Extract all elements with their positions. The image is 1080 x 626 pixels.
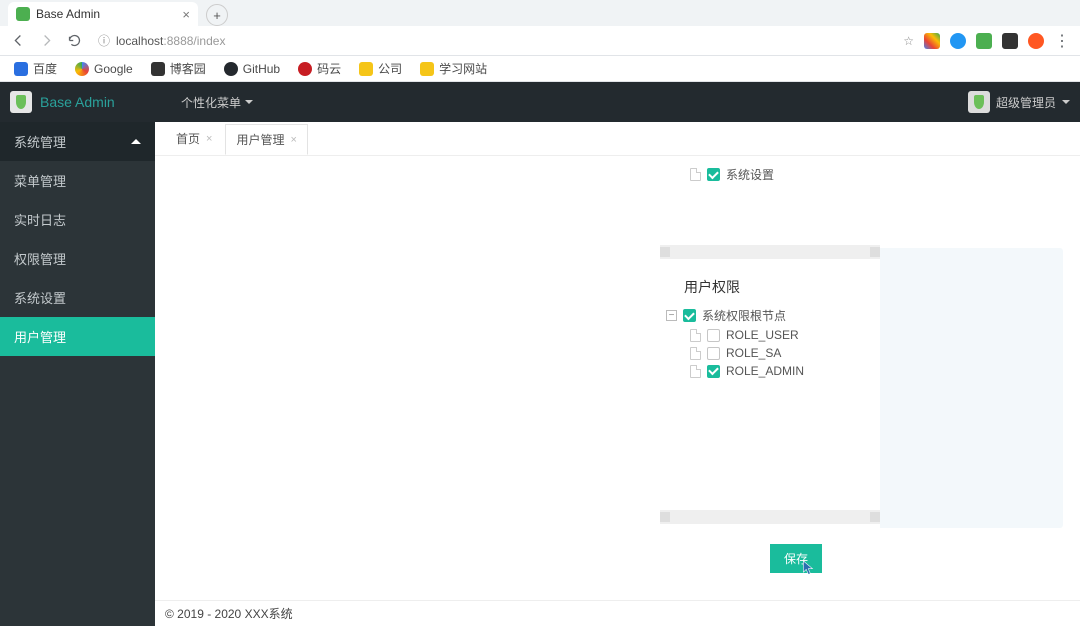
extension-icon[interactable] [950, 33, 966, 49]
close-icon[interactable]: × [290, 134, 296, 146]
copyright: © 2019 - 2020 XXX系统 [165, 605, 293, 622]
site-info-icon[interactable]: ⓘ [98, 32, 110, 49]
tab-user-mgmt[interactable]: 用户管理 × [225, 124, 307, 155]
url-path: :8888/index [163, 34, 225, 48]
extension-icon[interactable] [976, 33, 992, 49]
collapse-icon[interactable]: − [666, 310, 677, 321]
chevron-up-icon [131, 139, 141, 144]
checkbox[interactable] [683, 309, 696, 322]
personal-menu[interactable]: 个性化菜单 [181, 94, 253, 111]
url-host: localhost [116, 34, 163, 48]
tree-label: 系统设置 [726, 166, 774, 183]
bookmark-item[interactable]: 公司 [359, 60, 402, 77]
bookmark-item[interactable]: GitHub [224, 62, 280, 76]
tree-root-row[interactable]: − 系统权限根节点 [660, 305, 880, 326]
page-tabs: 首页 × 用户管理 × [155, 122, 1080, 156]
bookmark-item[interactable]: Google [75, 62, 133, 76]
sidebar-item-perm-mgmt[interactable]: 权限管理 [0, 239, 155, 278]
close-icon[interactable]: × [182, 7, 190, 22]
extension-icon[interactable] [1028, 33, 1044, 49]
forward-button[interactable] [38, 33, 54, 49]
extension-icon[interactable] [924, 33, 940, 49]
app-header: Base Admin 个性化菜单 超级管理员 [0, 82, 1080, 122]
tree-label: 系统权限根节点 [702, 307, 786, 324]
checkbox[interactable] [707, 365, 720, 378]
file-icon [690, 365, 701, 378]
checkbox[interactable] [707, 347, 720, 360]
chevron-down-icon [245, 100, 253, 104]
section-title: 用户权限 [684, 277, 880, 297]
brand-name[interactable]: Base Admin [40, 94, 115, 110]
horizontal-scrollbar[interactable] [660, 510, 880, 524]
star-bookmark-icon[interactable]: ☆ [903, 34, 914, 48]
bookmark-item[interactable]: 学习网站 [420, 60, 487, 77]
sidebar: 系统管理 菜单管理 实时日志 权限管理 系统设置 用户管理 [0, 122, 155, 626]
save-button[interactable]: 保存 [770, 544, 822, 573]
tree-row[interactable]: ROLE_USER [660, 326, 880, 344]
sidebar-item-user-mgmt[interactable]: 用户管理 [0, 317, 155, 356]
extension-icons: ☆ ⋮ [903, 31, 1070, 51]
checkbox[interactable] [707, 168, 720, 181]
horizontal-scrollbar[interactable] [660, 245, 880, 259]
file-icon [690, 347, 701, 360]
bookmark-bar: 百度 Google 博客园 GitHub 码云 公司 学习网站 [0, 56, 1080, 82]
cursor-icon [802, 559, 816, 577]
tree-row[interactable]: ROLE_SA [660, 344, 880, 362]
tree-label: ROLE_SA [726, 346, 781, 360]
file-icon [690, 168, 701, 181]
tree-row[interactable]: 系统设置 [660, 164, 880, 185]
tree-label: ROLE_ADMIN [726, 364, 804, 378]
footer: © 2019 - 2020 XXX系统 [155, 600, 1080, 626]
sidebar-item-menu-mgmt[interactable]: 菜单管理 [0, 161, 155, 200]
bookmark-item[interactable]: 百度 [14, 60, 57, 77]
close-icon[interactable]: × [206, 133, 212, 145]
tree-row[interactable]: ROLE_ADMIN [660, 362, 880, 380]
reload-button[interactable] [66, 33, 82, 49]
sidebar-item-realtime-log[interactable]: 实时日志 [0, 200, 155, 239]
avatar [968, 91, 990, 113]
favicon-icon [16, 7, 30, 21]
bookmark-item[interactable]: 博客园 [151, 60, 206, 77]
chevron-down-icon [1062, 100, 1070, 104]
extension-icon[interactable] [1002, 33, 1018, 49]
browser-tab-title: Base Admin [36, 7, 100, 21]
back-button[interactable] [10, 33, 26, 49]
sidebar-group-system[interactable]: 系统管理 [0, 122, 155, 161]
browser-menu-icon[interactable]: ⋮ [1054, 31, 1070, 51]
bookmark-item[interactable]: 码云 [298, 60, 341, 77]
file-icon [690, 329, 701, 342]
user-menu[interactable]: 超级管理员 [968, 91, 1070, 113]
brand-logo-icon [10, 91, 32, 113]
new-tab-button[interactable]: + [206, 4, 228, 26]
tab-home[interactable]: 首页 × [165, 123, 223, 154]
sidebar-item-sys-settings[interactable]: 系统设置 [0, 278, 155, 317]
tree-label: ROLE_USER [726, 328, 799, 342]
browser-tab[interactable]: Base Admin × [8, 2, 198, 26]
permission-panel: 系统设置 用户权限 − 系统权限根节点 [660, 156, 880, 600]
checkbox[interactable] [707, 329, 720, 342]
address-bar[interactable]: ⓘ localhost:8888/index [94, 32, 891, 49]
